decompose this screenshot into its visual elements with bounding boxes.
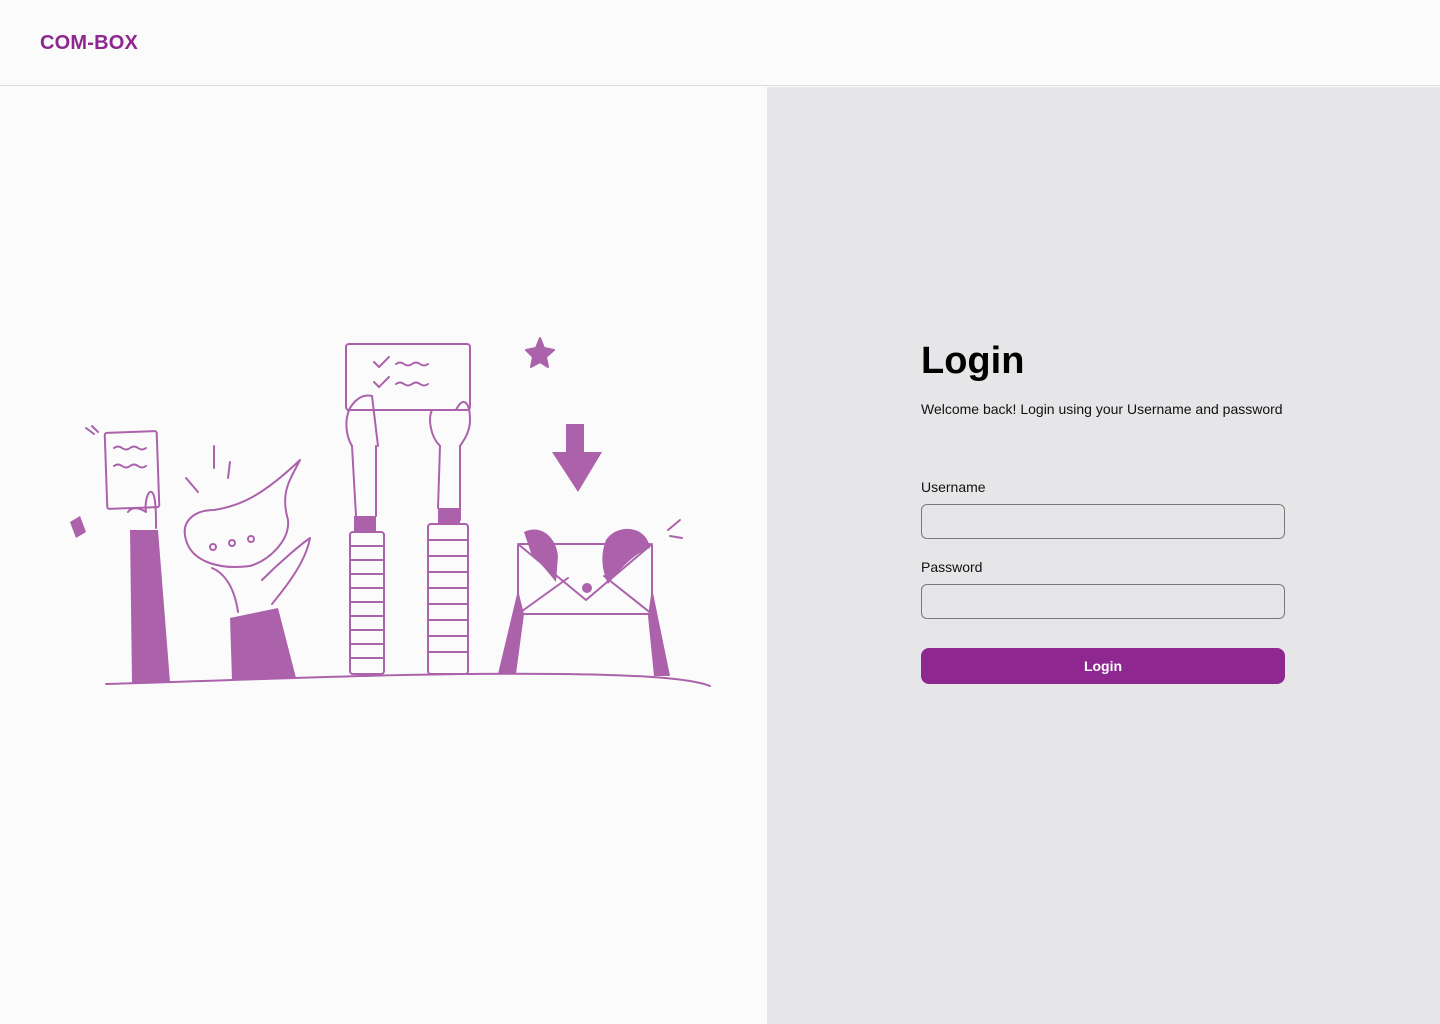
brand-logo[interactable]: COM-BOX (40, 31, 138, 55)
password-field[interactable] (921, 584, 1285, 619)
login-panel (767, 87, 1440, 1024)
hands-holding-messages-illustration (70, 337, 711, 687)
login-title: Login (921, 340, 1025, 382)
username-field[interactable] (921, 504, 1285, 539)
password-label: Password (921, 559, 983, 575)
login-button[interactable]: Login (921, 648, 1285, 684)
username-label: Username (921, 479, 986, 495)
top-header: COM-BOX (0, 0, 1440, 86)
login-subtitle: Welcome back! Login using your Username … (921, 401, 1283, 417)
